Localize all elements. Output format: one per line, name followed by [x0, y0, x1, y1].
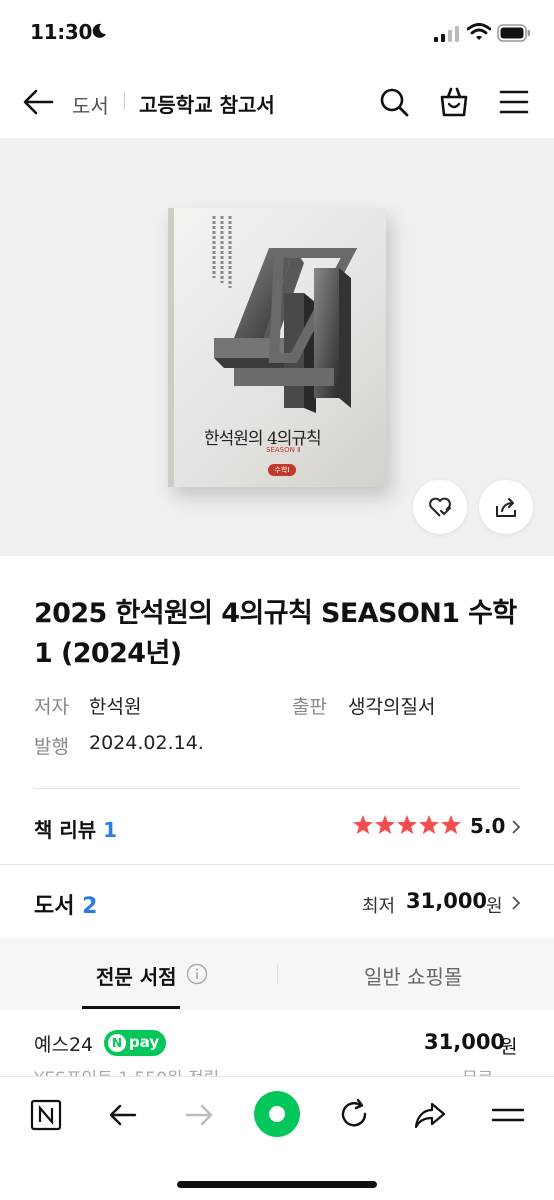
status-bar: 11:30	[0, 0, 554, 68]
menu-icon[interactable]	[496, 84, 532, 120]
review-label: 책 리뷰 1	[34, 814, 117, 843]
breadcrumb-divider	[124, 92, 125, 110]
publisher-label: 출판	[292, 696, 327, 718]
tab-divider	[277, 964, 278, 984]
browser-toolbar	[0, 1076, 554, 1200]
books-label: 도서 2	[34, 888, 97, 920]
chevron-right-icon	[512, 820, 521, 834]
forward-icon[interactable]	[182, 1097, 218, 1133]
books-offers-row[interactable]: 도서 2 최저 31,000 원	[0, 866, 554, 938]
lowest-label: 최저	[362, 896, 396, 917]
product-title: 2025 한석원의 4의규칙 SEASON1 수학1 (2024년)	[34, 598, 517, 669]
cover-badge: 수학Ⅰ	[268, 464, 296, 476]
author-label: 저자	[34, 696, 69, 718]
published-date-value: 2024.02.14.	[89, 732, 204, 754]
author-value[interactable]: 한석원	[89, 692, 141, 719]
tab-specialist-store[interactable]: 전문 서점	[96, 961, 177, 990]
seller-price: 31,000	[424, 1030, 506, 1054]
green-dot-icon	[269, 1106, 285, 1122]
star-icon	[375, 815, 395, 834]
section-divider	[0, 864, 554, 865]
rating-stars	[353, 815, 461, 834]
star-icon	[397, 815, 417, 834]
naver-home-icon[interactable]	[28, 1097, 64, 1133]
books-label-text: 도서	[34, 894, 75, 919]
heart-check-icon	[429, 497, 451, 517]
signal-icon	[434, 26, 459, 42]
star-icon	[419, 815, 439, 834]
seller-type-tabs: 전문 서점 일반 쇼핑몰	[0, 938, 554, 1010]
status-time: 11:30	[30, 20, 93, 44]
like-button[interactable]	[413, 480, 467, 534]
share-button[interactable]	[479, 480, 533, 534]
shopping-bag-icon[interactable]	[436, 84, 472, 120]
publisher-value[interactable]: 생각의질서	[348, 692, 435, 719]
share-arrow-icon[interactable]	[412, 1097, 448, 1133]
home-indicator	[177, 1181, 377, 1188]
divider	[34, 788, 520, 789]
naver-n-icon: N	[108, 1034, 126, 1052]
battery-icon	[497, 24, 530, 42]
breadcrumb-subcategory[interactable]: 고등학교 참고서	[139, 89, 275, 118]
review-label-text: 책 리뷰	[34, 818, 97, 842]
chevron-right-icon	[512, 896, 521, 910]
npay-text: pay	[129, 1033, 160, 1051]
published-date-label: 발행	[34, 736, 69, 758]
book-cover-image[interactable]: 한석원의 4의규칙 SEASON Ⅱ 수학Ⅰ	[168, 208, 386, 487]
moon-icon	[92, 23, 106, 38]
refresh-icon[interactable]	[336, 1097, 372, 1133]
top-navigation: 도서 고등학교 참고서	[0, 68, 554, 138]
books-count: 2	[82, 894, 98, 919]
rating-value: 5.0	[470, 814, 506, 838]
lowest-price: 31,000	[406, 889, 488, 913]
seller-name[interactable]: 예스24	[34, 1030, 93, 1057]
search-icon[interactable]	[376, 84, 412, 120]
star-icon	[441, 815, 461, 834]
star-icon	[353, 815, 373, 834]
review-count: 1	[103, 818, 118, 842]
wifi-icon	[467, 23, 491, 40]
share-icon	[496, 498, 516, 517]
cover-season: SEASON Ⅱ	[266, 446, 301, 454]
tab-general-mall[interactable]: 일반 쇼핑몰	[364, 961, 462, 990]
back-icon[interactable]	[104, 1097, 140, 1133]
npay-badge: N pay	[104, 1030, 166, 1056]
book-review-row[interactable]: 책 리뷰 1 5.0	[0, 790, 554, 864]
cover-title: 한석원의 4의규칙	[204, 429, 322, 449]
product-image-area: 한석원의 4의규칙 SEASON Ⅱ 수학Ⅰ	[0, 138, 554, 556]
more-menu-icon[interactable]	[490, 1097, 526, 1133]
back-arrow-icon[interactable]	[18, 82, 58, 122]
lowest-price-unit: 원	[486, 896, 503, 917]
breadcrumb-category[interactable]: 도서	[72, 90, 109, 119]
active-tab-indicator	[82, 1006, 180, 1009]
green-dot-button[interactable]	[254, 1091, 300, 1137]
info-icon[interactable]	[186, 963, 208, 985]
seller-price-unit: 원	[500, 1036, 518, 1058]
